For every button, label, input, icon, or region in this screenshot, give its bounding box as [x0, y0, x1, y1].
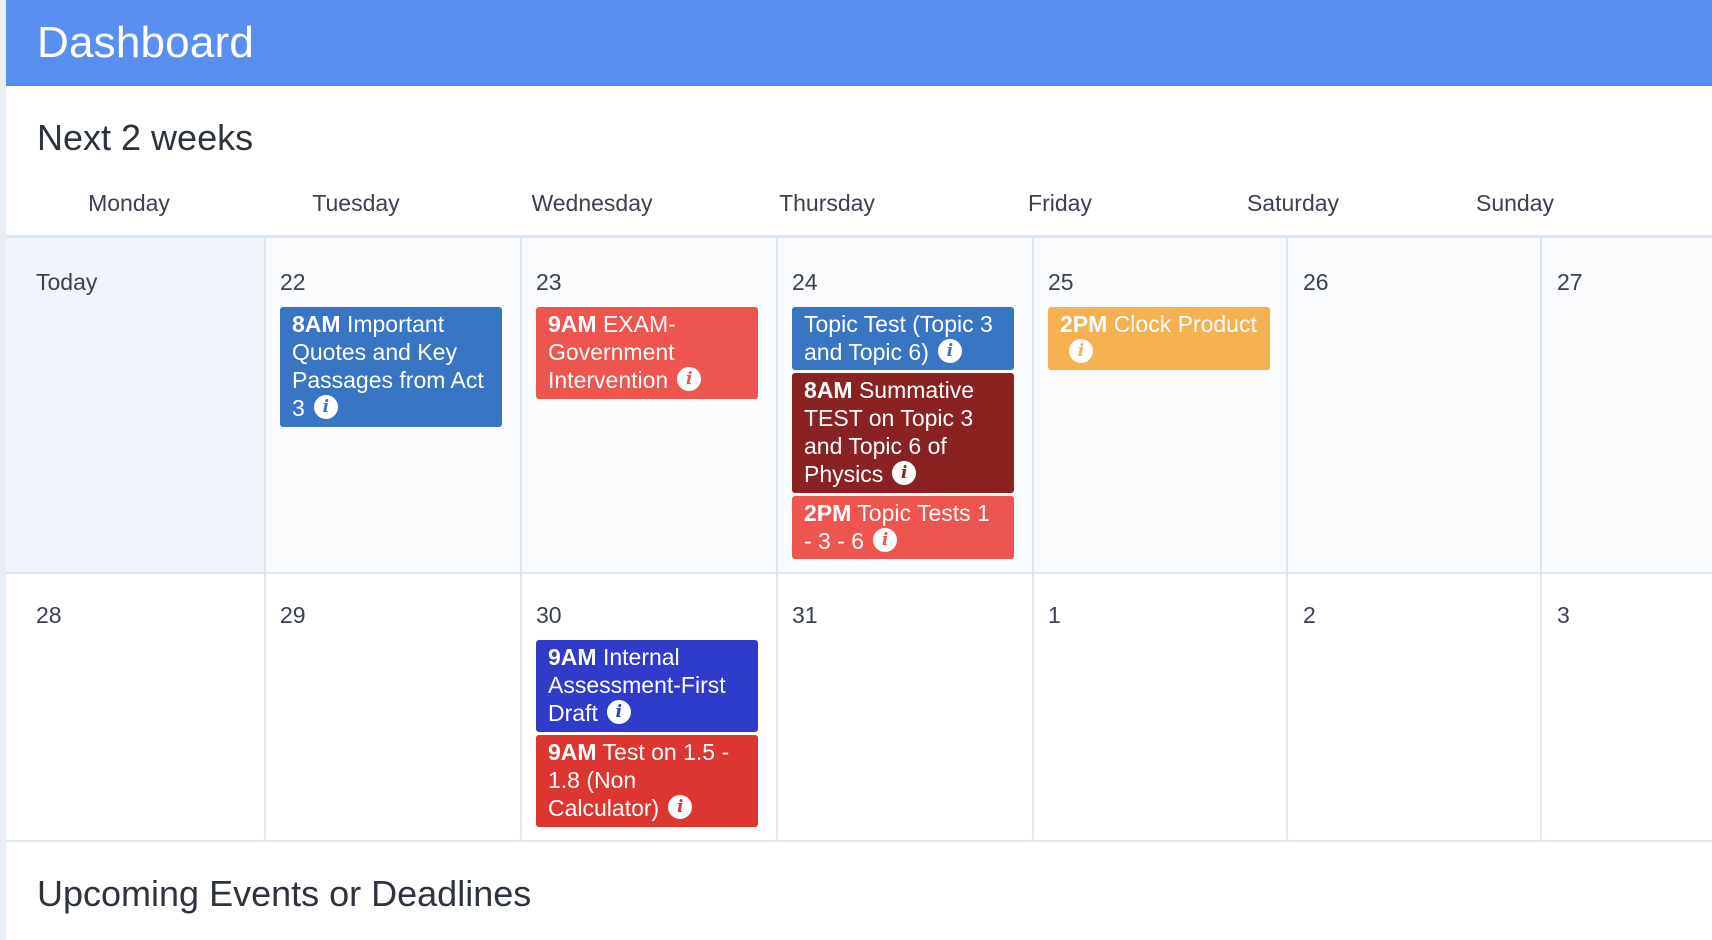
day-number: 31 [792, 602, 818, 628]
event-time: 2PM [1060, 311, 1108, 337]
day-number: 27 [1557, 269, 1583, 295]
weekday-header-row: Monday Tuesday Wednesday Thursday Friday… [6, 190, 1712, 222]
event-title: Topic Test (Topic 3 and Topic 6) [804, 311, 993, 365]
weekday-friday: Friday [1028, 190, 1092, 216]
event-time: 8AM [292, 311, 341, 337]
weekday-saturday: Saturday [1246, 190, 1340, 216]
calendar-event[interactable]: 8AM Important Quotes and Key Passages fr… [280, 307, 502, 427]
day-number: 2 [1303, 602, 1316, 628]
day-number: 24 [792, 269, 818, 295]
column-divider [520, 238, 522, 842]
calendar-grid: Today 22 23 24 25 26 27 28 29 30 31 1 2 … [6, 235, 1712, 844]
column-divider [264, 238, 266, 842]
weekday-sunday: Sunday [1475, 190, 1555, 216]
grid-bottom-line [6, 840, 1712, 842]
weekday-wednesday: Wednesday [531, 190, 653, 216]
day-number: 3 [1557, 602, 1570, 628]
page-title: Dashboard [37, 18, 255, 67]
day-number: 28 [36, 602, 62, 628]
info-icon[interactable] [606, 700, 631, 724]
calendar-event[interactable]: 2PM Topic Tests 1 - 3 - 6 [792, 496, 1014, 559]
column-divider [1540, 238, 1542, 842]
info-icon[interactable] [937, 339, 962, 363]
dashboard-app: Dashboard Next 2 weeks Monday Tuesday We… [6, 0, 1712, 940]
day-number: 29 [280, 602, 306, 628]
weekday-tuesday: Tuesday [312, 190, 400, 216]
day-number: 26 [1303, 269, 1329, 295]
calendar-event[interactable]: 9AM EXAM- Government Intervention [536, 307, 758, 399]
info-icon[interactable] [668, 795, 693, 819]
info-icon[interactable] [892, 461, 917, 485]
day-number: 25 [1048, 269, 1074, 295]
column-divider [1286, 238, 1288, 842]
event-title: Clock Product [1113, 311, 1257, 337]
next-two-weeks-heading: Next 2 weeks [37, 117, 254, 158]
calendar-event[interactable]: 2PM Clock Product [1048, 307, 1270, 370]
event-time: 9AM [548, 311, 597, 337]
day-number: 1 [1048, 602, 1061, 628]
column-divider [1032, 238, 1034, 842]
calendar-event[interactable]: Topic Test (Topic 3 and Topic 6) [792, 307, 1014, 370]
info-icon[interactable] [873, 528, 898, 552]
top-header-bar: Dashboard [6, 0, 1712, 86]
day-number: 30 [536, 602, 562, 628]
calendar-event[interactable]: 9AM Test on 1.5 - 1.8 (Non Calculator) [536, 735, 758, 827]
upcoming-events-heading: Upcoming Events or Deadlines [37, 873, 532, 914]
week-divider [6, 572, 1712, 574]
day-number: 22 [280, 269, 306, 295]
calendar-event[interactable]: 9AM Internal Assessment-First Draft [536, 640, 758, 732]
info-icon[interactable] [677, 367, 702, 391]
event-time: 2PM [804, 500, 852, 526]
event-time: 8AM [804, 377, 853, 403]
weekday-thursday: Thursday [779, 190, 875, 216]
info-icon[interactable] [1069, 339, 1093, 363]
weekday-monday: Monday [88, 190, 170, 216]
event-time: 9AM [548, 739, 597, 765]
day-number: 23 [536, 269, 562, 295]
calendar-event[interactable]: 8AM Summative TEST on Topic 3 and Topic … [792, 373, 1014, 493]
day-label-today: Today [36, 269, 98, 295]
event-time: 9AM [548, 644, 597, 670]
info-icon[interactable] [313, 395, 338, 419]
column-divider [776, 238, 778, 842]
